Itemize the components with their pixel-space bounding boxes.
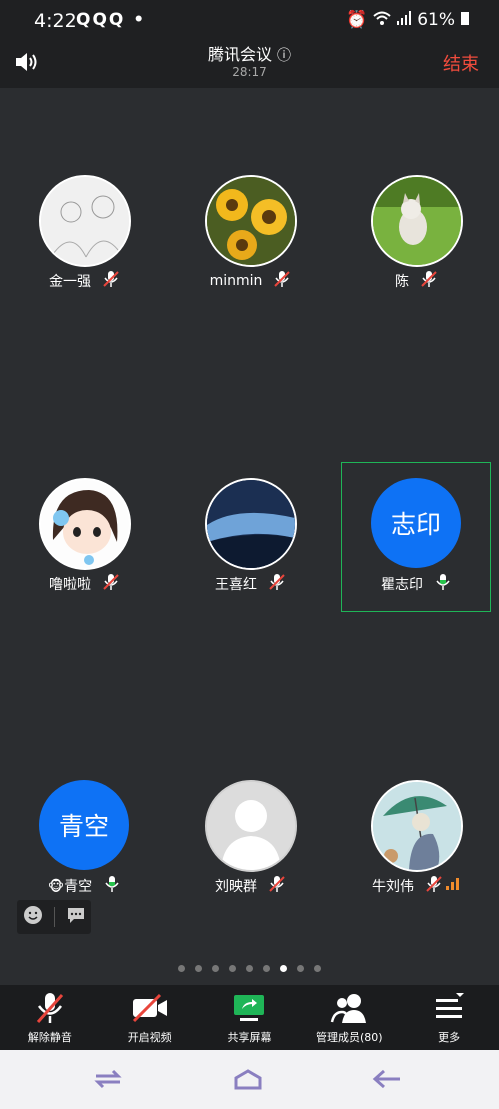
meeting-header: 腾讯会议 ⓘ 28:17 结束 — [0, 40, 499, 88]
participant-tile[interactable]: 王喜红 — [176, 463, 324, 611]
weak-signal-icon — [446, 878, 460, 894]
emoji-icon[interactable] — [23, 905, 43, 929]
participant-name: 牛刘伟 — [372, 879, 414, 895]
participant-tile[interactable]: 金一强 — [10, 160, 158, 308]
alarm-icon: ⏰ — [346, 10, 368, 30]
mic-muted-icon — [274, 270, 291, 292]
signal-icon — [397, 10, 412, 30]
mic-muted-icon — [103, 270, 119, 292]
participant-tile-active-speaker[interactable]: 志印 瞿志印 — [341, 462, 491, 612]
participant-tile[interactable]: 牛刘伟 — [342, 765, 490, 913]
status-bar: 4:22 QQQ • ⏰ 61% — [0, 0, 499, 40]
avatar — [39, 478, 131, 570]
manage-members-button[interactable]: 管理成员(80) — [299, 985, 399, 1050]
meeting-elapsed: 28:17 — [232, 65, 267, 79]
participant-tile[interactable]: 陈 — [342, 160, 490, 308]
mic-muted-icon — [35, 991, 65, 1025]
participant-name: 🐵青空 — [47, 879, 93, 895]
page-dot[interactable] — [246, 965, 253, 972]
manage-members-label: 管理成员(80) — [315, 1031, 383, 1044]
notification-icons: QQQ • — [76, 10, 147, 30]
unmute-button[interactable]: 解除静音 — [0, 985, 100, 1050]
avatar — [371, 175, 463, 267]
page-dot[interactable] — [195, 965, 202, 972]
avatar — [39, 175, 131, 267]
participant-name: minmin — [209, 273, 263, 289]
video-off-icon — [130, 991, 170, 1025]
mic-muted-icon — [426, 875, 442, 897]
reaction-chat-bar — [17, 900, 91, 934]
avatar: 志印 — [371, 478, 461, 568]
page-dot[interactable] — [178, 965, 185, 972]
page-dot[interactable] — [212, 965, 219, 972]
start-video-button[interactable]: 开启视频 — [100, 985, 200, 1050]
system-nav-bar — [0, 1050, 499, 1109]
battery-text: 61% — [417, 10, 455, 30]
avatar — [205, 478, 297, 570]
participant-tile[interactable]: 刘映群 — [176, 765, 324, 913]
wifi-icon — [373, 10, 391, 30]
participant-name: 噜啦啦 — [49, 577, 91, 593]
mic-muted-icon — [103, 573, 119, 595]
status-time: 4:22 — [34, 10, 77, 32]
page-dot[interactable] — [314, 965, 321, 972]
members-icon — [330, 991, 368, 1025]
mic-muted-icon — [421, 270, 437, 292]
mic-muted-icon — [269, 573, 285, 595]
participant-name: 刘映群 — [215, 879, 257, 895]
info-icon[interactable]: ⓘ — [277, 48, 291, 64]
avatar — [205, 175, 297, 267]
home-icon[interactable] — [233, 1068, 263, 1094]
participant-tile[interactable]: 噜啦啦 — [10, 463, 158, 611]
share-screen-label: 共享屏幕 — [227, 1031, 272, 1044]
page-dot[interactable] — [229, 965, 236, 972]
avatar: 青空 — [39, 780, 129, 870]
status-right: ⏰ 61% — [346, 10, 469, 30]
page-dot[interactable] — [263, 965, 270, 972]
start-video-label: 开启视频 — [127, 1031, 172, 1044]
participant-name: 瞿志印 — [381, 577, 423, 593]
more-label: 更多 — [438, 1031, 461, 1044]
back-icon[interactable] — [372, 1068, 402, 1094]
mic-on-icon — [435, 573, 451, 595]
avatar — [371, 780, 463, 872]
page-dot[interactable] — [297, 965, 304, 972]
participant-tile[interactable]: minmin — [176, 160, 324, 308]
battery-icon — [461, 10, 469, 30]
more-button[interactable]: 更多 — [399, 985, 499, 1050]
participant-name: 陈 — [395, 274, 409, 290]
end-meeting-button[interactable]: 结束 — [443, 50, 479, 76]
page-indicator — [0, 965, 499, 972]
more-menu-icon — [434, 991, 465, 1025]
participant-name: 金一强 — [49, 274, 91, 290]
divider — [53, 907, 55, 927]
meeting-title[interactable]: 腾讯会议 ⓘ — [0, 41, 499, 65]
chat-icon[interactable] — [66, 906, 86, 928]
share-screen-icon — [232, 991, 266, 1025]
recent-apps-icon[interactable] — [94, 1068, 122, 1094]
participant-name: 王喜红 — [215, 577, 257, 593]
mic-muted-icon — [269, 875, 285, 897]
bottom-toolbar: 解除静音 开启视频 共享屏幕 管理成员(80) 更多 — [0, 985, 499, 1050]
unmute-label: 解除静音 — [27, 1031, 72, 1044]
mic-on-icon — [104, 875, 120, 897]
page-dot[interactable] — [280, 965, 287, 972]
avatar — [205, 780, 297, 872]
participant-tile[interactable]: 青空 🐵青空 — [10, 765, 158, 913]
share-screen-button[interactable]: 共享屏幕 — [200, 985, 300, 1050]
